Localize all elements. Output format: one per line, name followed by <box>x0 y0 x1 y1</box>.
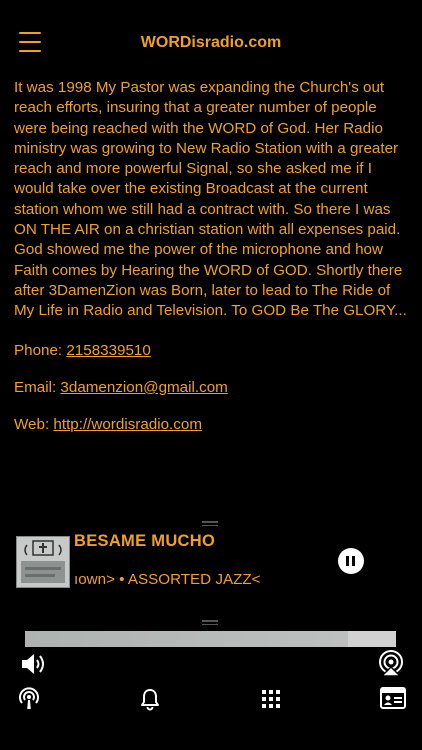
player-drag-handle-secondary[interactable] <box>202 620 218 625</box>
podcast-icon[interactable] <box>16 686 42 717</box>
volume-icon[interactable] <box>20 652 46 681</box>
contact-card-icon[interactable] <box>380 687 406 714</box>
mini-player[interactable]: BESAME MUCHO ıown> • ASSORTED JAZZ< <box>0 520 422 620</box>
web-line: Web: http://wordisradio.com <box>14 415 412 435</box>
grid-icon[interactable] <box>262 690 280 713</box>
phone-label: Phone: <box>14 341 67 359</box>
app-title: WORDisradio.com <box>140 34 282 51</box>
pause-button[interactable] <box>338 548 364 574</box>
web-link[interactable]: http://wordisradio.com <box>53 416 202 433</box>
email-label: Email: <box>14 378 61 396</box>
airplay-icon[interactable] <box>377 649 405 682</box>
playback-progress-fill <box>25 631 348 647</box>
playback-progress-bar[interactable] <box>25 631 396 647</box>
email-link[interactable]: 3damenzion@gmail.com <box>60 379 227 396</box>
bio-text: It was 1998 My Pastor was expanding the … <box>14 79 407 320</box>
phone-line: Phone: 2158339510 <box>14 341 412 361</box>
web-label: Web: <box>14 416 54 434</box>
email-line: Email: 3damenzion@gmail.com <box>14 378 412 398</box>
phone-link[interactable]: 2158339510 <box>66 342 150 359</box>
track-subtitle: ıown> • ASSORTED JAZZ< <box>74 571 261 588</box>
track-title: BESAME MUCHO <box>74 532 216 550</box>
top-bar: WORDisradio.com <box>0 0 422 72</box>
bell-icon[interactable] <box>138 687 162 716</box>
about-content: It was 1998 My Pastor was expanding the … <box>14 78 412 452</box>
album-artwork <box>16 536 70 588</box>
